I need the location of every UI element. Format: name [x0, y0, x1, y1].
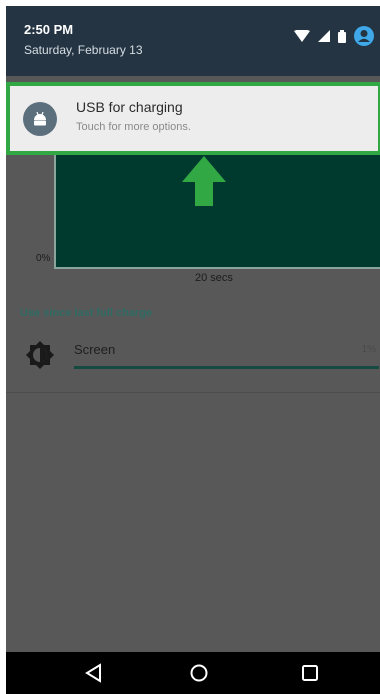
- back-icon[interactable]: [84, 663, 104, 683]
- chart-y-label: 0%: [36, 253, 51, 264]
- usage-item-screen-bar: [74, 366, 379, 369]
- usage-section-title: Use since last full charge: [20, 307, 153, 319]
- recents-icon[interactable]: [300, 663, 320, 683]
- brightness-icon: [26, 341, 54, 369]
- android-icon: [23, 102, 57, 136]
- usage-item-screen-bar-fill: [74, 366, 379, 369]
- usage-item-screen-percent: 1%: [361, 344, 376, 355]
- usb-notification[interactable]: USB for charging Touch for more options.: [6, 82, 380, 155]
- status-icons: [294, 26, 374, 46]
- signal-icon: [318, 30, 330, 42]
- home-icon[interactable]: [189, 663, 209, 683]
- notification-shade-header: 2:50 PM Saturday, February 13: [6, 6, 380, 76]
- section-divider: [6, 392, 380, 393]
- notification-subtitle: Touch for more options.: [76, 121, 191, 133]
- screen-frame: 2:50 PM Saturday, February 13 USB for ch…: [6, 6, 380, 694]
- navigation-bar: [6, 652, 380, 694]
- up-arrow-icon: [182, 156, 226, 206]
- account-icon[interactable]: [354, 26, 374, 46]
- chart-x-axis: [54, 267, 380, 269]
- battery-icon: [338, 29, 346, 43]
- wifi-icon: [294, 30, 310, 42]
- usage-item-screen-label[interactable]: Screen: [74, 342, 115, 357]
- status-time: 2:50 PM: [24, 22, 74, 37]
- status-date: Saturday, February 13: [24, 43, 143, 57]
- chart-x-label: 20 secs: [195, 272, 233, 284]
- chart-y-axis: [54, 155, 56, 269]
- notification-title: USB for charging: [76, 99, 183, 115]
